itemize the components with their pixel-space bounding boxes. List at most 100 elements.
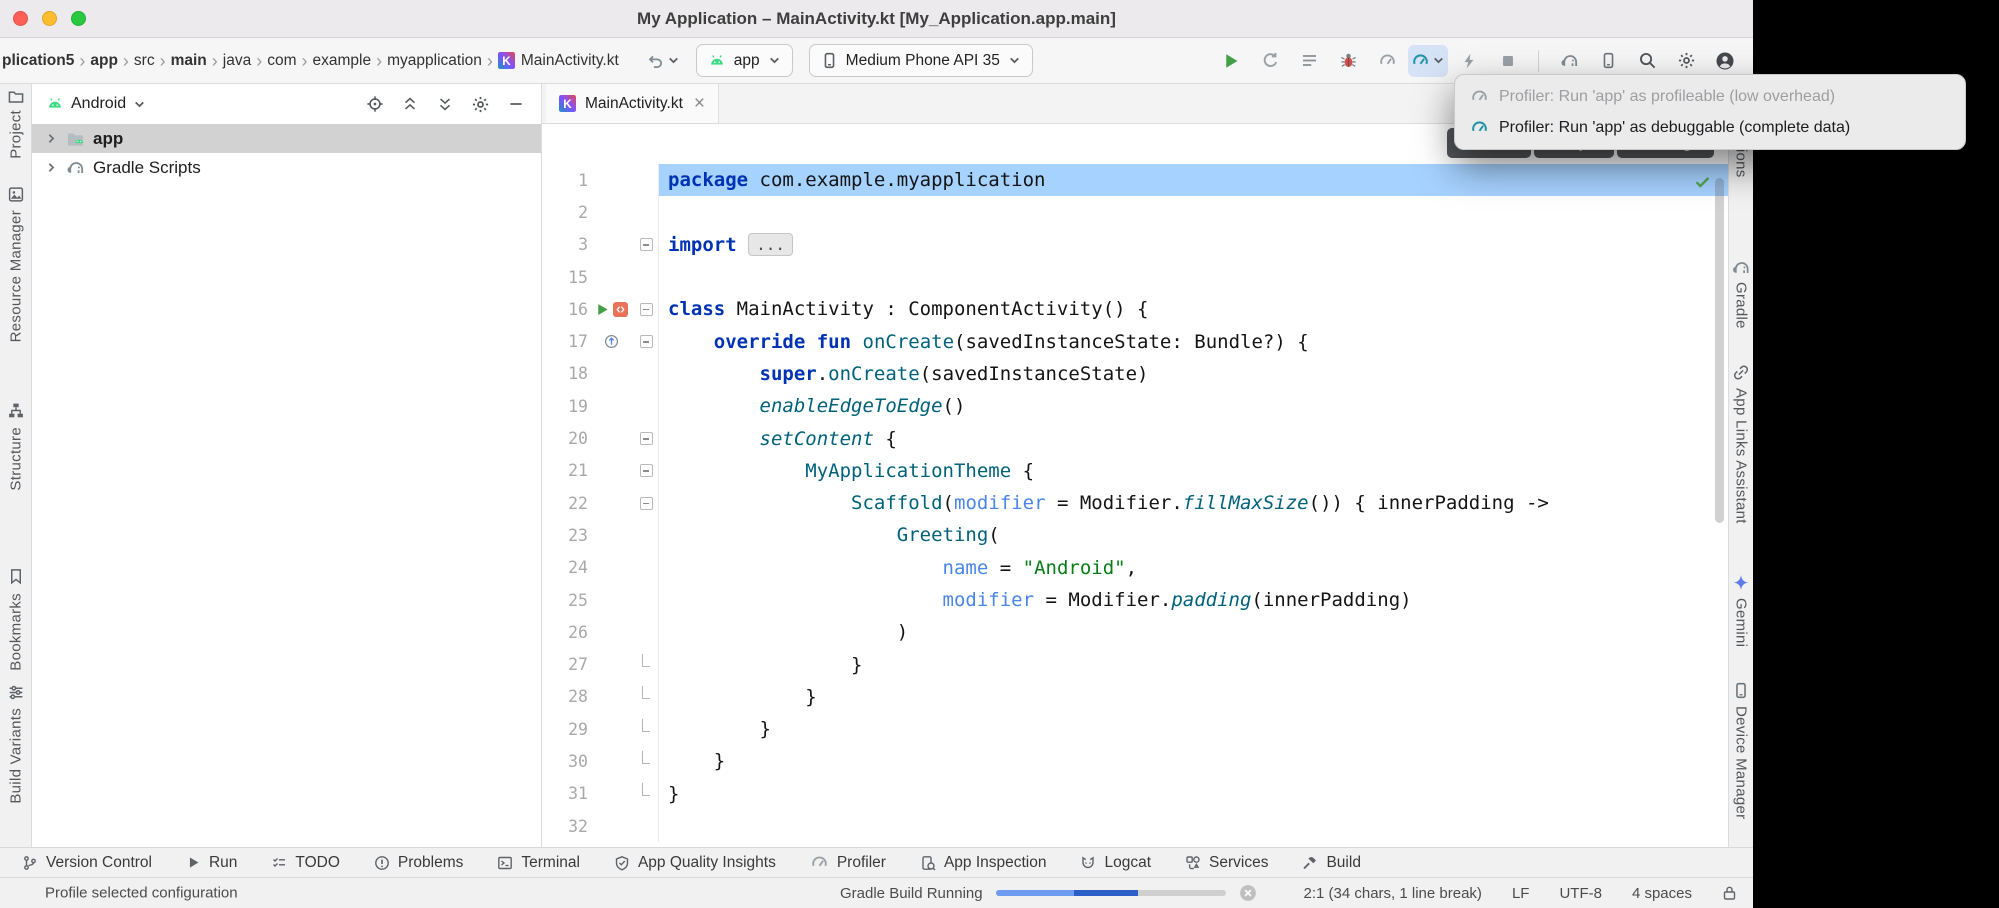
undo-dropdown-button[interactable] — [645, 51, 680, 71]
code-line[interactable]: 3import ... — [542, 229, 1728, 261]
profile-avatar[interactable] — [1707, 45, 1743, 77]
fold-marker[interactable] — [640, 497, 653, 510]
minimize-window-button[interactable] — [42, 11, 57, 26]
panel-settings-button[interactable] — [471, 95, 490, 114]
device-select[interactable]: Medium Phone API 35 — [809, 44, 1033, 77]
tool-window-button-logcat[interactable]: Logcat — [1080, 854, 1151, 872]
tool-window-button-problems[interactable]: Problems — [374, 854, 463, 872]
compose-gutter-icon[interactable] — [613, 302, 628, 317]
code-line[interactable]: 25 modifier = Modifier.padding(innerPadd… — [542, 584, 1728, 616]
tool-window-button-todo[interactable]: TODO — [271, 854, 340, 872]
code-line[interactable]: 22 Scaffold(modifier = Modifier.fillMaxS… — [542, 487, 1728, 519]
tool-window-button-app-quality-insights[interactable]: App Quality Insights — [614, 854, 776, 872]
breadcrumb-item-mainactivity-kt[interactable]: MainActivity.kt — [521, 52, 619, 70]
tool-window-button-app-links-assistant[interactable]: App Links Assistant — [1733, 388, 1750, 524]
settings-button[interactable] — [1668, 45, 1704, 77]
editor-scrollbar[interactable] — [1715, 178, 1724, 523]
fold-marker[interactable] — [640, 464, 653, 477]
tool-window-button-structure[interactable]: Structure — [7, 427, 24, 491]
tool-window-button-version-control[interactable]: Version Control — [22, 854, 152, 872]
chevron-right-icon[interactable] — [45, 161, 58, 174]
breadcrumb-item-java[interactable]: java — [223, 52, 251, 70]
tool-window-button-device-manager[interactable]: Device Manager — [1733, 706, 1750, 819]
hide-panel-button[interactable] — [507, 95, 525, 113]
tool-window-button-resource-manager[interactable]: Resource Manager — [7, 210, 24, 342]
breadcrumb-item-myapplication[interactable]: myapplication — [387, 52, 482, 70]
tree-item-app[interactable]: app — [32, 124, 541, 153]
close-tab-button[interactable]: × — [694, 94, 705, 113]
tree-item-gradle-scripts[interactable]: Gradle Scripts — [32, 153, 541, 182]
tool-window-button-gemini[interactable]: Gemini — [1733, 598, 1750, 647]
stop-button[interactable] — [1490, 45, 1526, 77]
run-button[interactable] — [1213, 45, 1249, 77]
tool-window-button-profiler[interactable]: Profiler — [810, 853, 886, 872]
profiler-dropdown-button[interactable] — [1408, 45, 1448, 77]
code-line[interactable]: 20 setContent { — [542, 422, 1728, 454]
code-line[interactable]: 27 } — [542, 648, 1728, 680]
tab-mainactivity[interactable]: K MainActivity.kt × — [546, 84, 719, 123]
run-configuration-select[interactable]: app — [696, 44, 793, 77]
code-line[interactable]: 32 — [542, 810, 1728, 842]
tool-window-button-gradle[interactable]: Gradle — [1733, 282, 1750, 329]
fold-marker[interactable] — [640, 335, 653, 348]
tool-window-button-run[interactable]: Run — [186, 854, 237, 872]
fold-marker[interactable] — [640, 303, 653, 316]
code-line[interactable]: 16class MainActivity : ComponentActivity… — [542, 293, 1728, 325]
code-line[interactable]: 2 — [542, 196, 1728, 228]
device-manager-button[interactable] — [1590, 45, 1626, 77]
code-line[interactable]: 29 } — [542, 713, 1728, 745]
tool-window-button-build-variants[interactable]: Build Variants — [7, 708, 24, 804]
folded-imports[interactable]: ... — [748, 233, 793, 256]
indent-size[interactable]: 4 spaces — [1632, 885, 1692, 902]
code-line[interactable]: 31} — [542, 778, 1728, 810]
more-actions-button[interactable] — [1291, 45, 1327, 77]
rerun-button[interactable] — [1252, 45, 1288, 77]
tool-window-button-build[interactable]: Build — [1302, 854, 1360, 872]
breadcrumb-item-example[interactable]: example — [313, 52, 372, 70]
search-everywhere-button[interactable] — [1629, 45, 1665, 77]
tool-window-button-services[interactable]: Services — [1185, 854, 1268, 872]
code-line[interactable]: 1package com.example.myapplication — [542, 164, 1728, 196]
locate-file-button[interactable] — [366, 95, 384, 113]
profiler-popup-item-1[interactable]: Profiler: Run 'app' as profileable (low … — [1455, 81, 1965, 112]
file-encoding[interactable]: UTF-8 — [1559, 885, 1602, 902]
chevron-right-icon[interactable] — [45, 132, 58, 145]
zoom-window-button[interactable] — [71, 11, 86, 26]
line-separator[interactable]: LF — [1512, 885, 1530, 902]
close-window-button[interactable] — [13, 11, 28, 26]
breadcrumb-item-src[interactable]: src — [134, 52, 155, 70]
tool-window-button-project[interactable]: Project — [7, 110, 24, 159]
breadcrumb-item-app[interactable]: app — [90, 52, 118, 70]
fold-marker[interactable] — [640, 432, 653, 445]
tool-window-button-app-inspection[interactable]: App Inspection — [920, 854, 1047, 872]
cancel-build-button[interactable] — [1239, 884, 1257, 902]
collapse-all-button[interactable] — [401, 95, 419, 113]
tool-window-button-bookmarks[interactable]: Bookmarks — [7, 593, 24, 671]
code-line[interactable]: 30 } — [542, 745, 1728, 777]
code-line[interactable]: 21 MyApplicationTheme { — [542, 455, 1728, 487]
debug-button[interactable] — [1330, 45, 1366, 77]
code-line[interactable]: 24 name = "Android", — [542, 552, 1728, 584]
inspections-status-icon[interactable] — [1693, 172, 1712, 191]
code-line[interactable]: 19 enableEdgeToEdge() — [542, 390, 1728, 422]
caret-position[interactable]: 2:1 (34 chars, 1 line break) — [1304, 885, 1482, 902]
code-line[interactable]: 15 — [542, 261, 1728, 293]
project-view-selector[interactable]: Android — [46, 95, 146, 113]
gradle-sync-button[interactable] — [1551, 45, 1587, 77]
expand-all-button[interactable] — [436, 95, 454, 113]
code-line[interactable]: 26 ) — [542, 616, 1728, 648]
apply-changes-button[interactable] — [1451, 45, 1487, 77]
editor-body[interactable]: CodeSplitDesign 1package com.example.mya… — [542, 124, 1728, 847]
code-line[interactable]: 18 super.onCreate(savedInstanceState) — [542, 358, 1728, 390]
code-line[interactable]: 17 override fun onCreate(savedInstanceSt… — [542, 325, 1728, 357]
profile-low-overhead-button[interactable] — [1369, 45, 1405, 77]
file-lock-icon[interactable] — [1722, 885, 1737, 901]
profiler-popup-item-2[interactable]: Profiler: Run 'app' as debuggable (compl… — [1455, 112, 1965, 143]
fold-marker[interactable] — [640, 238, 653, 251]
breadcrumb-item-main[interactable]: main — [171, 52, 207, 70]
run-gutter-icon[interactable] — [595, 302, 610, 317]
breadcrumb-item-plication5[interactable]: plication5 — [2, 52, 74, 70]
code-line[interactable]: 23 Greeting( — [542, 519, 1728, 551]
breadcrumb-item-com[interactable]: com — [267, 52, 296, 70]
override-gutter-icon[interactable] — [604, 334, 619, 349]
